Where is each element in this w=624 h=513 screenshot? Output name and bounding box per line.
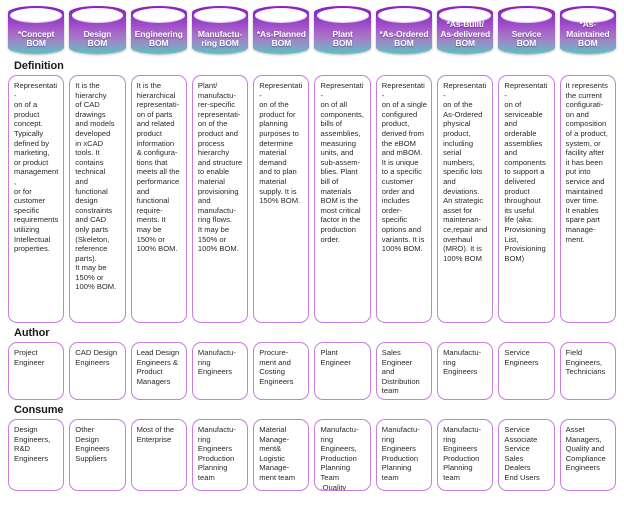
bom-cylinder-concept[interactable]: *Concept BOM (8, 6, 65, 54)
bom-cylinder-design[interactable]: Design BOM (69, 6, 126, 54)
author-cell-manufacturing: Manufactu- ring Engineers (191, 342, 249, 400)
section-title-author: Author (14, 327, 50, 339)
bom-cylinder-label: Engineering BOM (134, 28, 183, 49)
definition-cell-engineering: It is the hierarchical representati- on … (130, 75, 187, 323)
author-row: Project Engineer CAD Design Engineers Le… (8, 342, 616, 400)
bom-cylinder-service[interactable]: Service BOM (498, 6, 555, 54)
definition-cell-as-built: Representati- on of the As-Ordered physi… (437, 75, 494, 323)
bom-cylinder-engineering[interactable]: Engineering BOM (130, 6, 187, 54)
bom-cylinder-label: *As- Maintained BOM (566, 19, 610, 49)
bom-cylinder-label: *As-Ordered BOM (379, 28, 429, 49)
consume-cell-concept: Design Engineers, R&D Engineers (8, 419, 65, 491)
definition-cell-plant: Representati- on of all components, bill… (314, 75, 371, 323)
bom-matrix-board: *Concept BOM Design BOM Engineering BOM … (0, 0, 624, 513)
bom-cylinder-plant[interactable]: Plant BOM (314, 6, 371, 54)
bom-cylinder-as-maintained[interactable]: *As- Maintained BOM (559, 6, 616, 54)
definition-cell-design: It is the hierarchy of CAD drawings and … (69, 75, 126, 323)
definition-cell-concept: Representati- on of a product concept. T… (8, 75, 65, 323)
consume-cell-manufacturing: Manufactu- ring Engineers Production Pla… (191, 419, 249, 491)
consume-cell-as-maintained: Asset Managers, Quality and Compliance E… (559, 419, 616, 491)
consume-cell-plant: Manufactu- ring Engineers, Production Pl… (314, 419, 371, 491)
author-cell-design: CAD Design Engineers (69, 342, 126, 400)
author-cell-service: Service Engineers (498, 342, 555, 400)
bom-cylinder-label: Design BOM (83, 28, 112, 49)
definition-cell-as-planned: Representati- on of the product for plan… (253, 75, 310, 323)
consume-cell-engineering: Most of the Enterprise (130, 419, 187, 491)
bom-cylinder-as-planned[interactable]: *As-Planned BOM (253, 6, 310, 54)
bom-cylinder-as-built[interactable]: *As-Built/ As-delivered BOM (437, 6, 494, 54)
bom-cylinder-label: *As-Planned BOM (256, 28, 306, 49)
author-cell-as-maintained: Field Engineers, Technicians (559, 342, 616, 400)
consume-row: Design Engineers, R&D Engineers Other De… (8, 419, 616, 491)
consume-cell-as-planned: Material Manage- ment& Logistic Manage- … (253, 419, 310, 491)
bom-cylinder-label: Plant BOM (332, 28, 353, 49)
definition-cell-manufacturing: Plant/ manufactu- rer-specific represent… (191, 75, 249, 323)
bom-cylinder-label: *Concept BOM (17, 28, 55, 49)
author-cell-as-built: Manufactu- ring Engineers (437, 342, 494, 400)
definition-row: Representati- on of a product concept. T… (8, 75, 616, 323)
author-cell-engineering: Lead Design Engineers & Product Managers (130, 342, 187, 400)
author-cell-plant: Plant Engineer (314, 342, 371, 400)
bom-cylinder-label: *As-Built/ As-delivered BOM (440, 19, 491, 49)
section-title-consume: Consume (14, 404, 64, 416)
bom-type-header-row: *Concept BOM Design BOM Engineering BOM … (8, 0, 616, 56)
definition-cell-service: Representati- on of serviceable and orde… (498, 75, 555, 323)
author-cell-as-planned: Procure- ment and Costing Engineers (253, 342, 310, 400)
author-cell-concept: Project Engineer (8, 342, 65, 400)
consume-cell-as-ordered: Manufactu- ring Engineers Production Pla… (375, 419, 433, 491)
author-cell-as-ordered: Sales Engineer and Distribution team (375, 342, 433, 400)
consume-cell-as-built: Manufactu- ring Engineers Production Pla… (437, 419, 494, 491)
definition-cell-as-maintained: It represents the current configurati- o… (559, 75, 616, 323)
bom-cylinder-as-ordered[interactable]: *As-Ordered BOM (375, 6, 433, 54)
bom-cylinder-label: Service BOM (511, 28, 542, 49)
consume-cell-service: Service Associate Service Sales Dealers … (498, 419, 555, 491)
definition-cell-as-ordered: Representati- on of a single configured … (375, 75, 433, 323)
section-title-definition: Definition (14, 60, 64, 72)
consume-cell-design: Other Design Engineers Suppliers (69, 419, 126, 491)
bom-cylinder-manufacturing[interactable]: Manufactu- ring BOM (191, 6, 249, 54)
bom-cylinder-label: Manufactu- ring BOM (197, 28, 243, 49)
